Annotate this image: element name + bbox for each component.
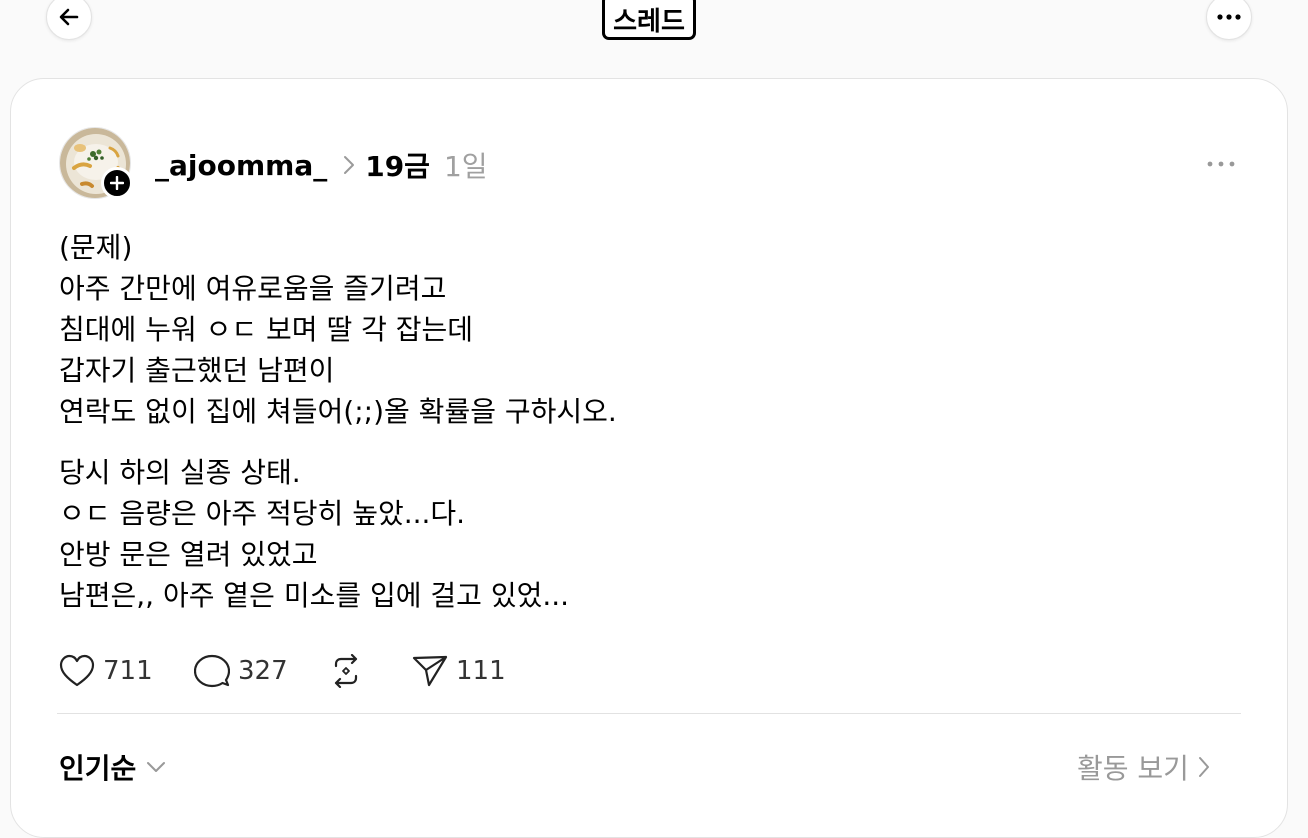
send-icon: [412, 655, 448, 687]
post-timestamp: 1일: [443, 150, 488, 183]
share-count: 111: [456, 656, 506, 686]
post-text-line: 침대에 누워 ㅇㄷ 보며 딸 각 잡는데: [59, 313, 474, 346]
reply-button[interactable]: 327: [194, 654, 328, 688]
reply-count: 327: [238, 656, 288, 686]
repost-button[interactable]: [328, 654, 412, 688]
more-horizontal-icon: [1217, 14, 1241, 20]
author-avatar-area[interactable]: [59, 127, 133, 199]
chevron-down-icon: [147, 762, 166, 772]
chevron-right-icon: [343, 155, 355, 175]
repost-icon: [334, 654, 358, 688]
post-text-line: 연락도 없이 집에 쳐들어(;;)올 확률을 구하시오.: [59, 395, 617, 428]
post-text-line: 남편은,, 아주 옅은 미소를 입에 걸고 있었...: [59, 579, 570, 612]
post-text-line: 갑자기 출근했던 남편이: [59, 354, 335, 387]
post-actions: 711 327 111: [59, 649, 506, 693]
thread-post-card: _ajoomma_ 19금 1일 (문제) 아주 간만에 여유로움을 즐기려고 …: [10, 78, 1288, 838]
view-activity-link[interactable]: 활동 보기: [1077, 747, 1211, 787]
back-button[interactable]: [46, 0, 92, 40]
community-tag[interactable]: 19금: [365, 145, 430, 185]
like-button[interactable]: 711: [59, 654, 194, 688]
post-text-line: ㅇㄷ 음량은 아주 적당히 높았...다.: [59, 497, 466, 530]
chevron-right-icon: [1198, 757, 1209, 777]
more-options-button[interactable]: [1206, 0, 1252, 40]
heart-icon: [59, 654, 95, 687]
post-more-button[interactable]: [1203, 149, 1239, 179]
top-bar: 스레드: [0, 0, 1308, 60]
page-title: 스레드: [602, 0, 696, 40]
sort-label: 인기순: [59, 752, 137, 785]
sort-dropdown[interactable]: 인기순: [59, 747, 166, 787]
divider: [57, 713, 1241, 714]
plus-icon: [110, 176, 124, 190]
post-paragraph: (문제) 아주 간만에 여유로움을 즐기려고 침대에 누워 ㅇㄷ 보며 딸 각 …: [59, 227, 1239, 432]
share-button[interactable]: 111: [412, 654, 506, 688]
author-username[interactable]: _ajoomma_: [155, 149, 327, 182]
follow-button[interactable]: [101, 167, 133, 199]
post-header: _ajoomma_ 19금 1일: [155, 143, 488, 187]
post-text-line: 아주 간만에 여유로움을 즐기려고: [59, 272, 447, 305]
activity-label: 활동 보기: [1077, 752, 1189, 785]
speech-bubble-icon: [194, 654, 230, 688]
post-text-line: 당시 하의 실종 상태.: [59, 456, 301, 489]
post-body: (문제) 아주 간만에 여유로움을 즐기려고 침대에 누워 ㅇㄷ 보며 딸 각 …: [59, 227, 1239, 616]
like-count: 711: [103, 656, 153, 686]
post-paragraph: 당시 하의 실종 상태. ㅇㄷ 음량은 아주 적당히 높았...다. 안방 문은…: [59, 452, 1239, 616]
post-text-line: 안방 문은 열려 있었고: [59, 538, 318, 571]
more-horizontal-icon: [1207, 161, 1235, 167]
arrow-left-icon: [59, 8, 79, 26]
post-text-line: (문제): [59, 231, 133, 264]
